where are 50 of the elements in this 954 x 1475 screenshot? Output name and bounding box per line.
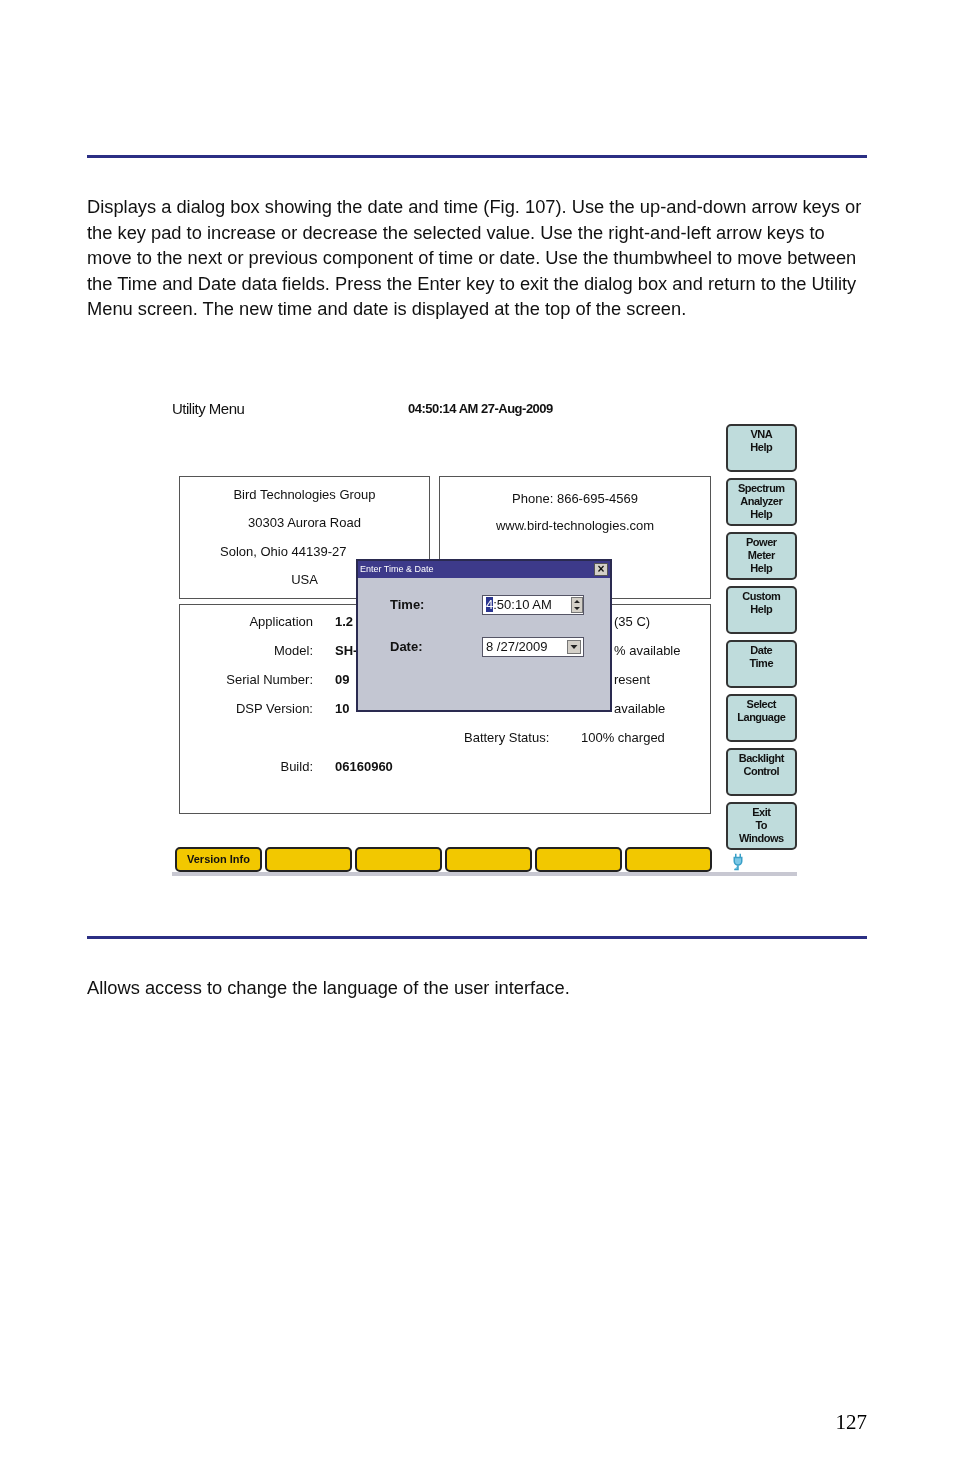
status-value: 100% charged	[581, 729, 665, 745]
status-label: Battery Status:	[464, 729, 550, 745]
menu-button[interactable]: Custom Help	[725, 585, 797, 634]
info-label: DSP Version:	[235, 700, 313, 716]
close-button[interactable]: ×	[594, 562, 608, 576]
info-label: Application	[249, 613, 313, 629]
info-value: SH-	[335, 642, 358, 658]
contact-line: Phone: 866-695-4569	[512, 490, 638, 506]
address-line: 30303 Aurora Road	[247, 515, 362, 531]
info-label: Build:	[280, 758, 313, 774]
time-field[interactable]: 4:50:10 AM	[482, 594, 584, 615]
address-line: USA	[290, 571, 319, 587]
screen-title: Utility Menu	[172, 400, 246, 417]
body-paragraph: Displays a dialog box showing the date and time (Fig. 107). Use the up-and-down arrow keys or the key pad to increase or decrease the selected value. Use the right-and-left arrow keys to move to the next or previous component of time or date. Use the thumbwheel to move between the Time and Date data fields. Press the Enter key to exit the dialog box and return to the Utility Menu screen. The new time and date is displayed at the top of the screen.	[87, 195, 863, 321]
menu-button[interactable]: Select Language	[725, 693, 797, 742]
softkey-button[interactable]: Version Info	[175, 846, 262, 872]
date-label: Date:	[389, 639, 424, 654]
dialog-title: Enter Time & Date	[360, 564, 434, 574]
plug-icon	[731, 851, 744, 872]
spinner-icon[interactable]	[571, 596, 583, 613]
info-label: Serial Number:	[226, 671, 313, 687]
menu-button[interactable]: Exit To Windows	[725, 801, 797, 850]
blank-softkey[interactable]	[445, 846, 532, 872]
info-value: 06160960	[335, 758, 393, 774]
info-note: available	[614, 700, 666, 716]
info-note: % available	[614, 642, 681, 658]
menu-button[interactable]: Power Meter Help	[725, 531, 797, 580]
blank-softkey[interactable]	[625, 846, 712, 872]
menu-button[interactable]: Spectrum Analyzer Help	[725, 477, 797, 526]
time-label: Time:	[389, 597, 426, 612]
contact-line: www.bird-technologies.com	[495, 517, 655, 533]
info-note: resent	[614, 671, 651, 687]
page-number: 127	[834, 1410, 867, 1435]
date-time: 04:50:14 AM 27-Aug-2009	[408, 401, 553, 416]
blank-softkey[interactable]	[355, 846, 442, 872]
info-label: Model:	[273, 642, 313, 658]
info-value: 09	[335, 671, 350, 687]
date-field[interactable]: 8 /27/2009	[482, 636, 584, 657]
address-line: Bird Technologies Group	[232, 487, 377, 503]
body-paragraph: Allows access to change the language of the user interface.	[87, 975, 571, 1000]
menu-button[interactable]: VNA Help	[725, 423, 797, 472]
info-value: 1.2	[335, 613, 354, 629]
info-note: (35 C)	[614, 613, 651, 629]
menu-button[interactable]: Backlight Control	[725, 747, 797, 796]
info-value: 10	[335, 700, 350, 716]
blank-softkey[interactable]	[535, 846, 622, 872]
address-line: Solon, Ohio 44139-27	[219, 543, 348, 559]
dropdown-icon[interactable]	[567, 639, 581, 654]
blank-softkey[interactable]	[265, 846, 352, 872]
menu-button[interactable]: Date Time	[725, 639, 797, 688]
